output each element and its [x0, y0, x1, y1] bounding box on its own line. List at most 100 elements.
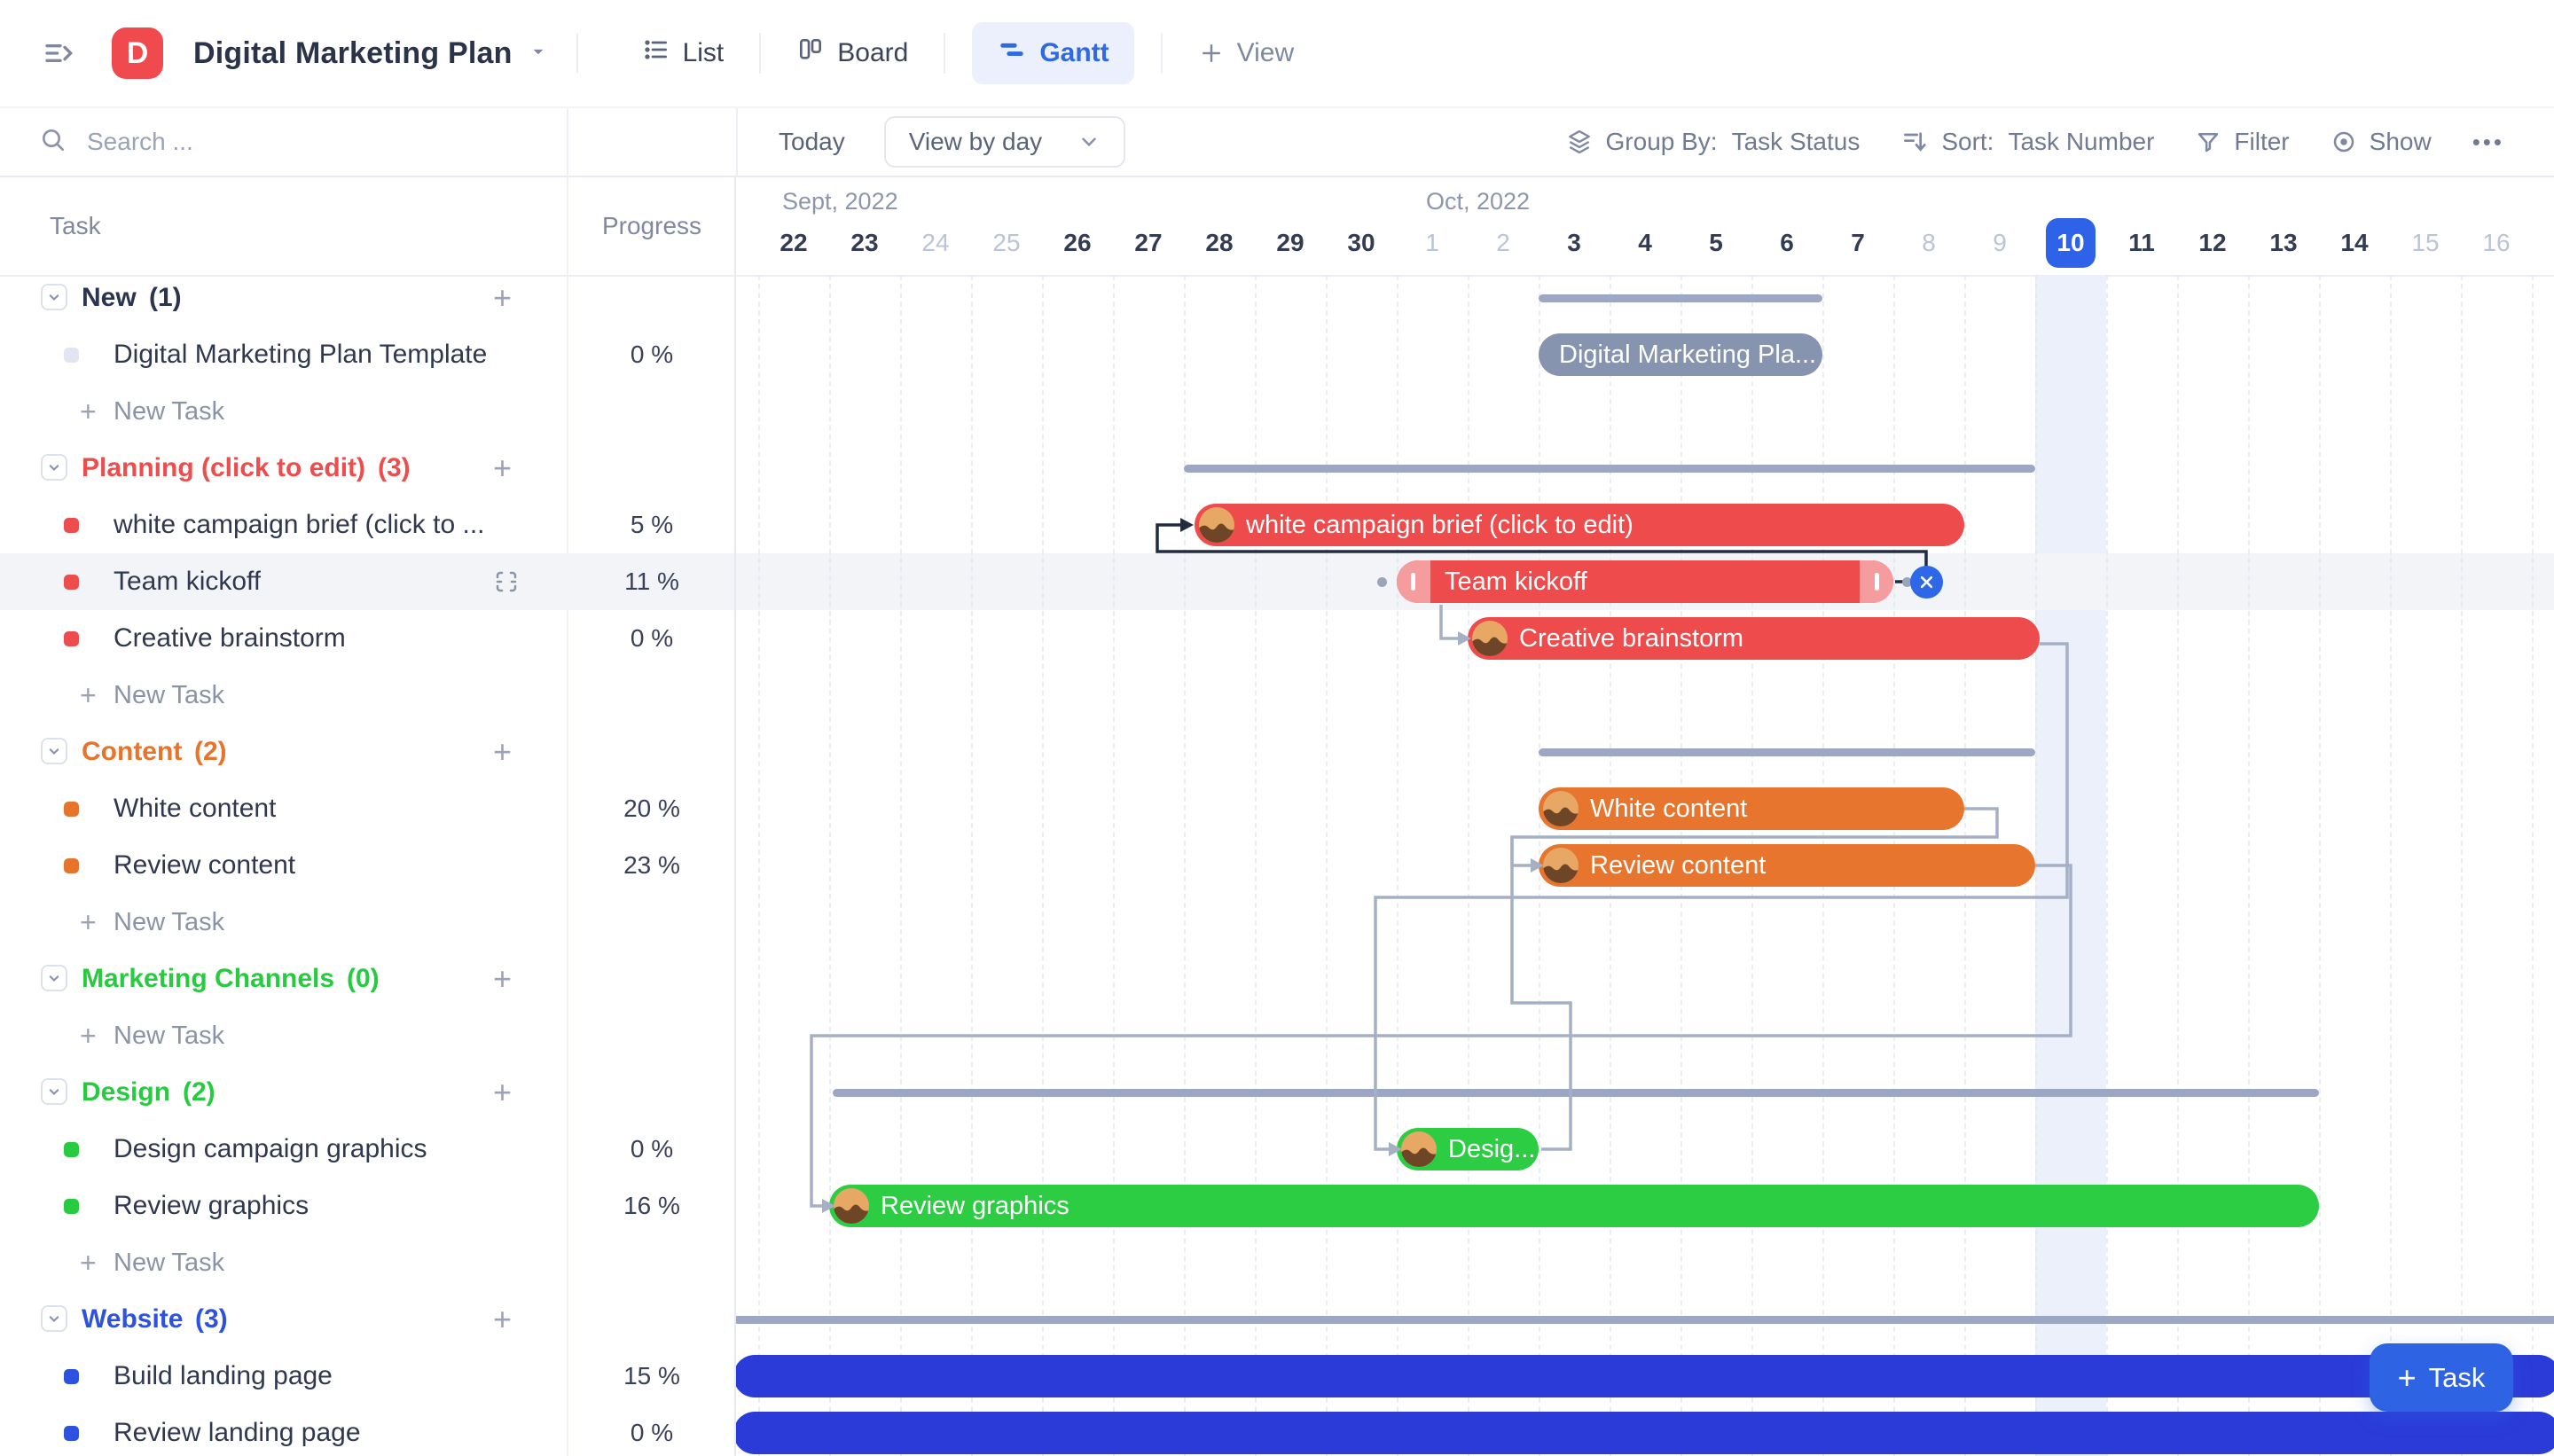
day-header-12: 12	[2177, 216, 2248, 270]
day-header-9: 9	[1964, 216, 2035, 270]
today-button[interactable]: Today	[779, 128, 845, 156]
bar-white-campaign-brief[interactable]: white campaign brief (click to edit)	[1195, 504, 1964, 546]
group-count: (1)	[149, 270, 182, 326]
new-task-button[interactable]: +New Task	[0, 894, 736, 951]
bar-build-landing-page[interactable]	[736, 1355, 2554, 1397]
task-row-review-content[interactable]: Review content23 %	[0, 837, 736, 894]
new-task-button[interactable]: +New Task	[0, 383, 736, 440]
group-name: Marketing Channels	[82, 951, 334, 1007]
status-square	[64, 1369, 79, 1384]
tab-list[interactable]: List	[633, 23, 733, 83]
group-row-planning-click-to-edit-: Planning (click to edit)(3)+	[0, 440, 736, 497]
collapse-chevron-icon[interactable]	[41, 965, 67, 991]
collapse-chevron-icon[interactable]	[41, 1078, 67, 1105]
task-name: Digital Marketing Plan Template	[114, 326, 487, 383]
add-task-to-group-button[interactable]: +	[493, 1064, 512, 1121]
plus-icon: +	[80, 1234, 97, 1291]
collapse-chevron-icon[interactable]	[41, 738, 67, 764]
bar-label: Team kickoff	[1445, 568, 1587, 597]
link-connector-dot[interactable]	[1377, 577, 1387, 587]
collapse-chevron-icon[interactable]	[41, 1305, 67, 1332]
bar-label: Review content	[1590, 851, 1766, 881]
collapse-chevron-icon[interactable]	[41, 284, 67, 310]
filter-control[interactable]: Filter	[2195, 128, 2289, 156]
day-header-11: 11	[2106, 216, 2177, 270]
bar-team-kickoff[interactable]: Team kickoff	[1397, 560, 1893, 603]
add-task-to-group-button[interactable]: +	[493, 1291, 512, 1348]
day-header-6: 6	[1751, 216, 1822, 270]
add-task-to-group-button[interactable]: +	[493, 440, 512, 497]
task-row-team-kickoff[interactable]: Team kickoff11 %	[0, 553, 736, 610]
sort-control[interactable]: Sort: Task Number	[1900, 128, 2154, 156]
chevron-down-icon[interactable]	[527, 40, 550, 67]
day-header-29: 29	[1255, 216, 1326, 270]
progress-column-header: Progress	[568, 177, 736, 275]
day-header-16: 16	[2461, 216, 2532, 270]
progress-value: 5 %	[568, 497, 736, 553]
group-by-control[interactable]: Group By: Task Status	[1565, 128, 1861, 156]
day-header-7: 7	[1822, 216, 1893, 270]
collapse-chevron-icon[interactable]	[41, 454, 67, 481]
new-task-button[interactable]: +New Task	[0, 1007, 736, 1064]
group-name: Website	[82, 1291, 183, 1348]
task-name: Review graphics	[114, 1178, 309, 1234]
task-row-review-landing-page[interactable]: Review landing page0 %	[0, 1405, 736, 1456]
add-task-to-group-button[interactable]: +	[493, 724, 512, 780]
add-task-button[interactable]: +Task	[2370, 1343, 2513, 1412]
bar-creative-brainstorm[interactable]: Creative brainstorm	[1468, 617, 2040, 660]
gridline	[1184, 275, 1186, 1456]
tab-board[interactable]: Board	[787, 23, 917, 83]
bar-review-graphics[interactable]: Review graphics	[829, 1185, 2319, 1227]
new-task-button[interactable]: +New Task	[0, 1234, 736, 1291]
group-row-new: New(1)+	[0, 270, 736, 326]
bar-review-landing-page[interactable]	[736, 1412, 2554, 1454]
task-row-digital-marketing-plan-template[interactable]: Digital Marketing Plan Template 0 %	[0, 326, 736, 383]
expand-icon[interactable]	[493, 568, 520, 599]
status-square	[64, 575, 79, 590]
assignee-avatar	[834, 1188, 869, 1224]
new-task-button[interactable]: +New Task	[0, 667, 736, 724]
task-row-review-graphics[interactable]: Review graphics16 %	[0, 1178, 736, 1234]
add-view-button[interactable]: View	[1189, 26, 1303, 81]
group-row-marketing-channels: Marketing Channels(0)+	[0, 951, 736, 1007]
day-header-30: 30	[1326, 216, 1397, 270]
sidebar-toggle-icon[interactable]	[43, 35, 78, 71]
search-input[interactable]	[85, 127, 497, 157]
more-options-button[interactable]: •••	[2472, 129, 2504, 156]
gridline	[2177, 275, 2179, 1456]
bar-review-content[interactable]: Review content	[1539, 844, 2035, 887]
plus-icon	[1198, 40, 1225, 67]
add-task-to-group-button[interactable]: +	[493, 951, 512, 1007]
workspace-logo[interactable]: D	[112, 27, 163, 79]
bar-design-campaign-graphics[interactable]: Desig...	[1397, 1128, 1539, 1170]
task-row-white-campaign-brief-click-to-[interactable]: white campaign brief (click to ...5 %	[0, 497, 736, 553]
search-bar[interactable]	[39, 108, 497, 176]
status-square	[64, 1142, 79, 1157]
tab-gantt[interactable]: Gantt	[972, 22, 1133, 84]
day-header-26: 26	[1042, 216, 1113, 270]
bar-white-content[interactable]: White content	[1539, 787, 1964, 830]
add-task-to-group-button[interactable]: +	[493, 270, 512, 326]
day-header-10: 10	[2035, 216, 2106, 270]
day-header-15: 15	[2390, 216, 2461, 270]
delete-link-button[interactable]	[1910, 566, 1943, 599]
page-title[interactable]: Digital Marketing Plan	[193, 36, 513, 71]
bar-label: white campaign brief (click to edit)	[1246, 511, 1633, 540]
month-label: Oct, 2022	[1426, 188, 1530, 215]
task-row-build-landing-page[interactable]: Build landing page15 %	[0, 1348, 736, 1405]
summary-content	[1539, 748, 2035, 756]
summary-planning	[1184, 465, 2035, 473]
bar-digital-marketing-plan-template[interactable]: Digital Marketing Pla...	[1539, 333, 1822, 376]
view-mode-dropdown[interactable]: View by day	[884, 116, 1125, 168]
show-control[interactable]: Show	[2331, 128, 2432, 156]
gridline	[900, 275, 902, 1456]
group-by-value: Task Status	[1732, 128, 1861, 156]
day-header-1: 1	[1397, 216, 1468, 270]
progress-value: 0 %	[568, 326, 736, 383]
gridline	[1326, 275, 1328, 1456]
task-row-design-campaign-graphics[interactable]: Design campaign graphics0 %	[0, 1121, 736, 1178]
task-row-creative-brainstorm[interactable]: Creative brainstorm0 %	[0, 610, 736, 667]
task-row-white-content[interactable]: White content20 %	[0, 780, 736, 837]
today-date-chip: 10	[2046, 218, 2096, 268]
gridline	[1255, 275, 1257, 1456]
